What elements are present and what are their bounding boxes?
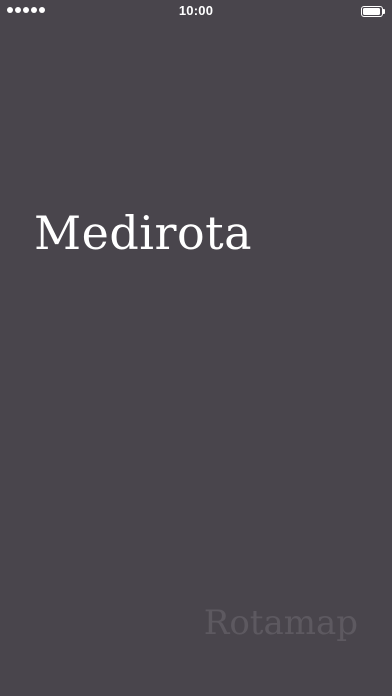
brand-logo-text: Rotamap (203, 603, 358, 643)
app-title: Medirota (34, 206, 253, 260)
battery-icon (361, 6, 385, 17)
status-bar: 10:00 (0, 0, 392, 22)
status-time: 10:00 (178, 3, 214, 18)
splash-screen: 10:00 Medirota Rotamap (0, 0, 392, 696)
